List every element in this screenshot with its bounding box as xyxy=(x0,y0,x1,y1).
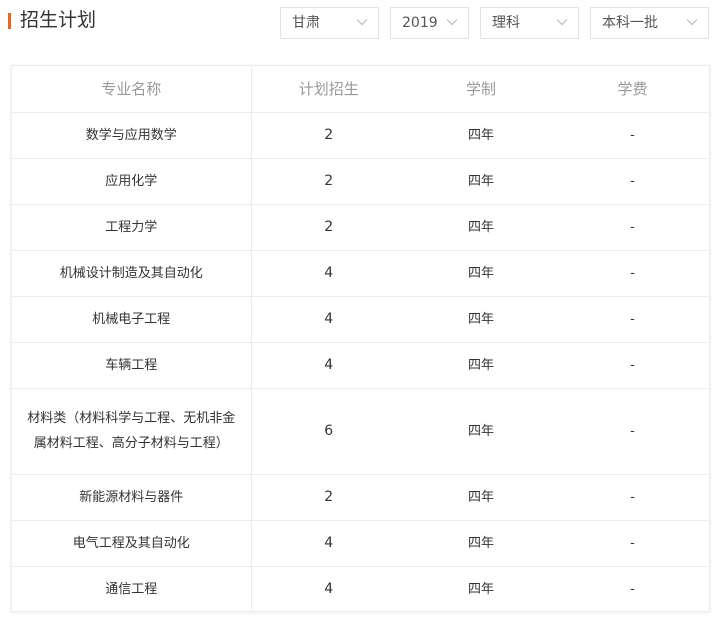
cell-duration: 四年 xyxy=(406,250,556,297)
cell-major: 数学与应用数学 xyxy=(12,112,252,159)
subject-select[interactable]: 理科 xyxy=(480,7,579,39)
year-select[interactable]: 2019 xyxy=(390,7,469,39)
column-header-fee: 学费 xyxy=(556,66,709,113)
table-row: 数学与应用数学 2 四年 - xyxy=(12,112,709,159)
cell-fee: - xyxy=(556,158,709,205)
cell-major: 通信工程 xyxy=(12,566,252,612)
batch-select[interactable]: 本科一批 xyxy=(590,7,709,39)
column-header-plan: 计划招生 xyxy=(251,66,406,113)
table-row: 材料类（材料科学与工程、无机非金属材料工程、高分子材料与工程） 6 四年 - xyxy=(12,388,709,475)
province-select[interactable]: 甘肃 xyxy=(280,7,379,39)
cell-fee: - xyxy=(556,474,709,521)
cell-duration: 四年 xyxy=(406,296,556,343)
cell-plan: 4 xyxy=(251,296,406,343)
batch-select-value: 本科一批 xyxy=(602,15,658,31)
cell-plan: 4 xyxy=(251,250,406,297)
year-select-value: 2019 xyxy=(402,15,438,31)
cell-plan: 4 xyxy=(251,520,406,567)
chevron-down-icon xyxy=(686,19,698,26)
cell-fee: - xyxy=(556,250,709,297)
cell-fee: - xyxy=(556,296,709,343)
cell-plan: 6 xyxy=(251,388,406,475)
cell-fee: - xyxy=(556,342,709,389)
cell-duration: 四年 xyxy=(406,112,556,159)
cell-major: 工程力学 xyxy=(12,204,252,251)
cell-fee: - xyxy=(556,204,709,251)
cell-major: 机械设计制造及其自动化 xyxy=(12,250,252,297)
cell-plan: 2 xyxy=(251,474,406,521)
cell-major: 车辆工程 xyxy=(12,342,252,389)
cell-duration: 四年 xyxy=(406,204,556,251)
cell-fee: - xyxy=(556,112,709,159)
cell-duration: 四年 xyxy=(406,342,556,389)
subject-select-value: 理科 xyxy=(492,15,520,31)
cell-fee: - xyxy=(556,520,709,567)
cell-plan: 2 xyxy=(251,158,406,205)
cell-major: 机械电子工程 xyxy=(12,296,252,343)
cell-duration: 四年 xyxy=(406,520,556,567)
cell-major: 应用化学 xyxy=(12,158,252,205)
table-row: 机械电子工程 4 四年 - xyxy=(12,296,709,343)
table-row: 机械设计制造及其自动化 4 四年 - xyxy=(12,250,709,297)
table-row: 应用化学 2 四年 - xyxy=(12,158,709,205)
cell-plan: 4 xyxy=(251,342,406,389)
cell-duration: 四年 xyxy=(406,388,556,475)
cell-duration: 四年 xyxy=(406,474,556,521)
cell-fee: - xyxy=(556,388,709,475)
chevron-down-icon xyxy=(356,19,368,26)
column-header-major: 专业名称 xyxy=(12,66,252,113)
cell-major: 电气工程及其自动化 xyxy=(12,520,252,567)
enrollment-plan-table: 专业名称 计划招生 学制 学费 数学与应用数学 2 四年 - 应用化学 2 四年… xyxy=(11,65,710,612)
cell-plan: 4 xyxy=(324,580,334,597)
cell-major: 材料类（材料科学与工程、无机非金属材料工程、高分子材料与工程） xyxy=(12,388,252,475)
chevron-down-icon xyxy=(446,19,458,26)
table-header-row: 专业名称 计划招生 学制 学费 xyxy=(12,66,709,113)
cell-duration: 四年 xyxy=(467,581,494,597)
cell-plan: 2 xyxy=(251,112,406,159)
cell-fee: - xyxy=(630,581,635,597)
cell-plan: 2 xyxy=(251,204,406,251)
chevron-down-icon xyxy=(556,19,568,26)
province-select-value: 甘肃 xyxy=(292,15,320,31)
cell-duration: 四年 xyxy=(406,158,556,205)
table-row: 工程力学 2 四年 - xyxy=(12,204,709,251)
cell-major: 新能源材料与器件 xyxy=(12,474,252,521)
table-row: 电气工程及其自动化 4 四年 - xyxy=(12,520,709,567)
table-row: 通信工程 4 四年 - xyxy=(12,566,709,612)
column-header-duration: 学制 xyxy=(406,66,556,113)
table-row: 新能源材料与器件 2 四年 - xyxy=(12,474,709,521)
page-title: 招生计划 xyxy=(20,9,97,31)
page-header: 招生计划 甘肃 2019 理科 本科一批 xyxy=(0,0,721,46)
title-accent-bar xyxy=(8,13,11,29)
table-row: 车辆工程 4 四年 - xyxy=(12,342,709,389)
